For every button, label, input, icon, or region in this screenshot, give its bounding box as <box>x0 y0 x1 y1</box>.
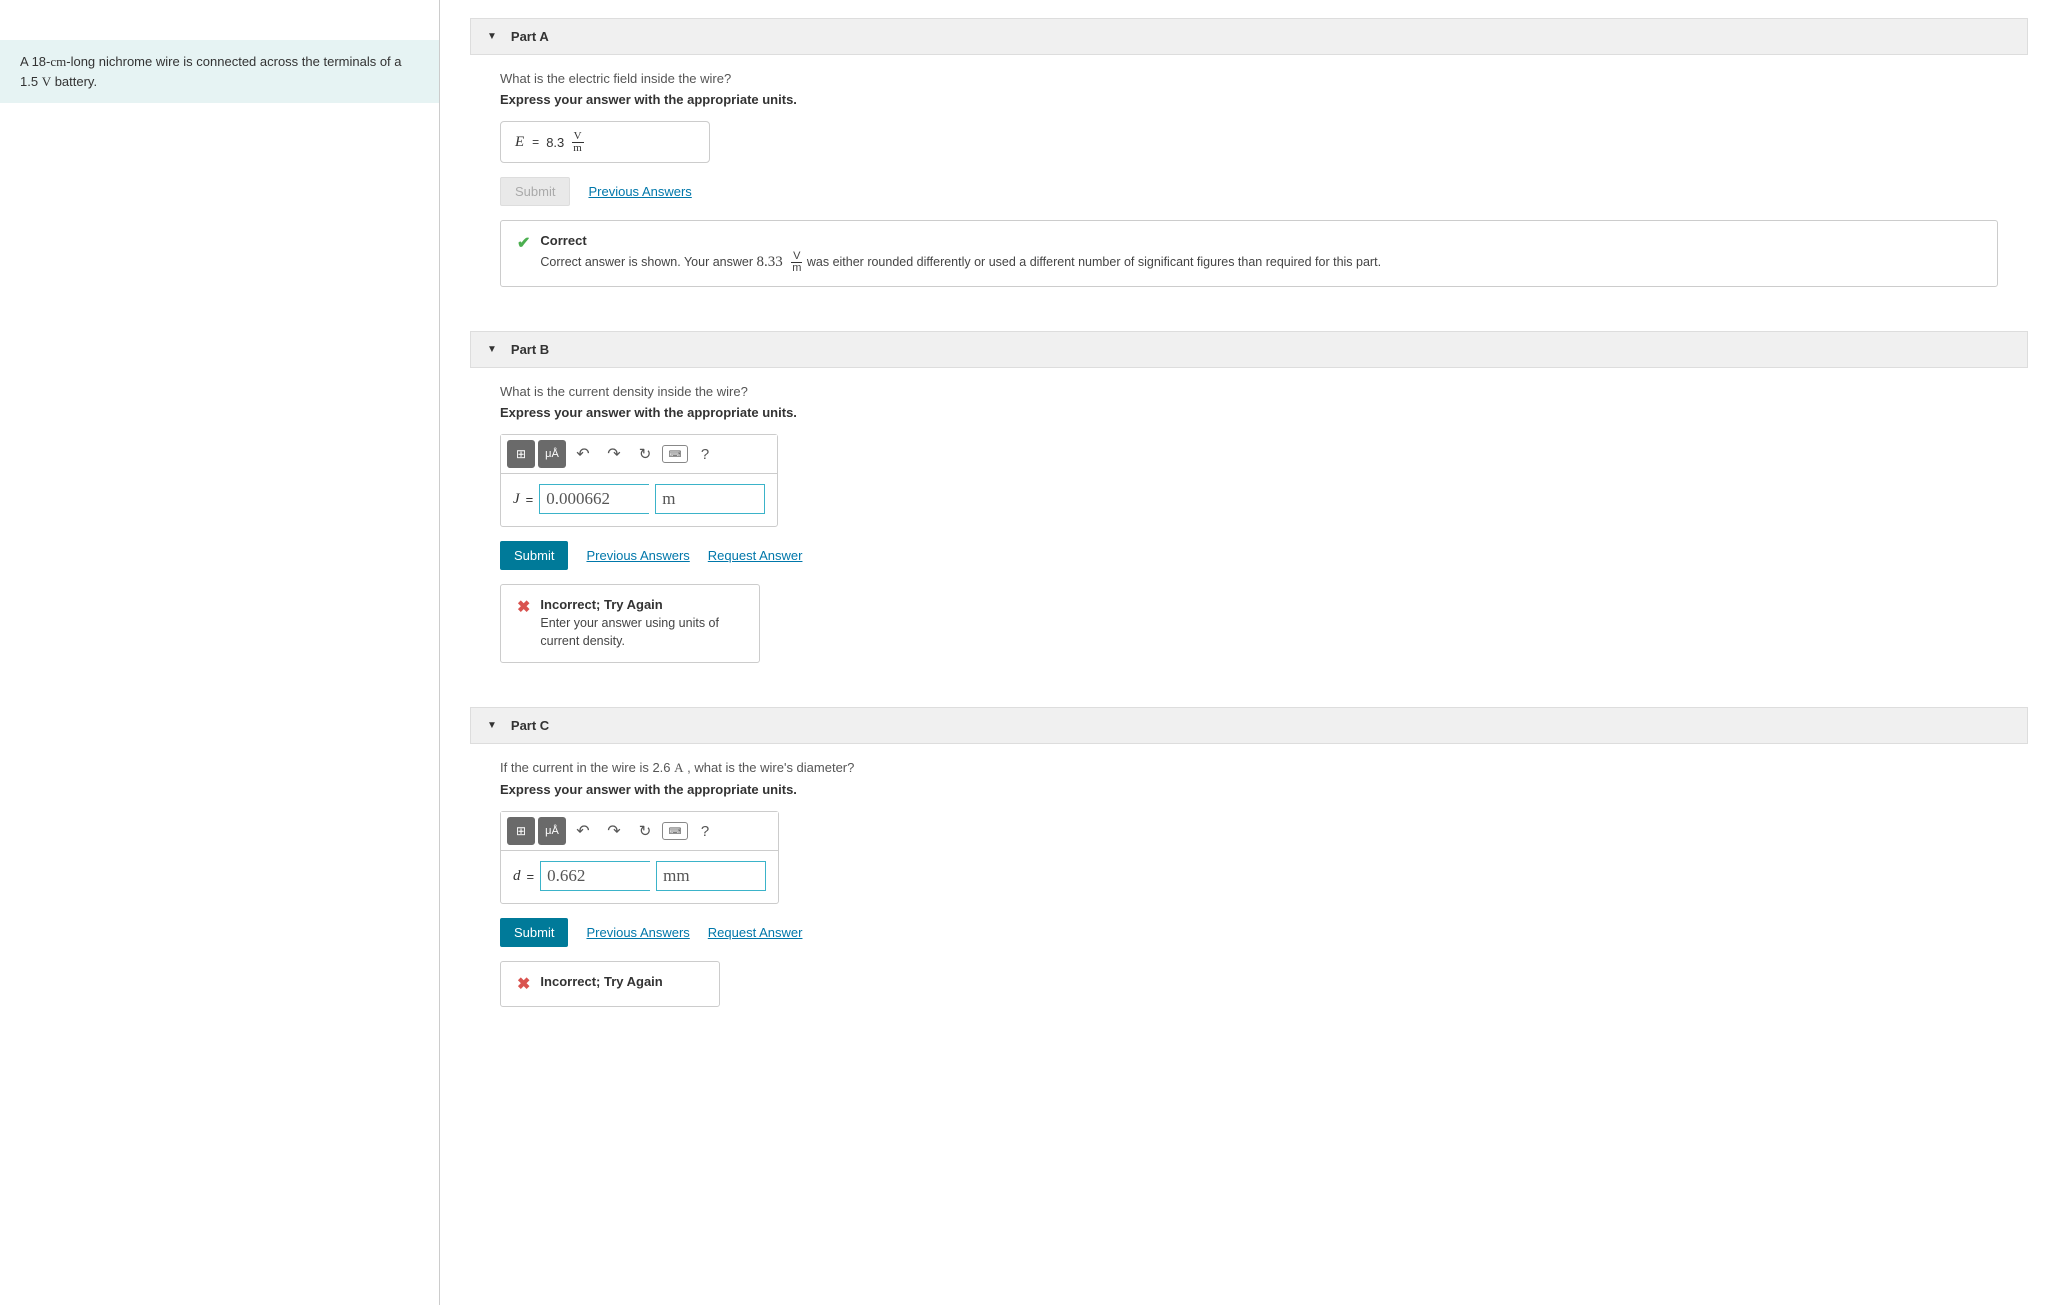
equals-sign: = <box>526 492 534 507</box>
q-pre: If the current in the wire is 2.6 <box>500 760 674 775</box>
fb-unit-den: m <box>790 263 803 274</box>
part-a-feedback: ✔ Correct Correct answer is shown. Your … <box>500 220 1998 287</box>
part-b-input-row: J = <box>501 474 777 526</box>
part-c-feedback: ✖ Incorrect; Try Again <box>500 961 720 1007</box>
help-button[interactable]: ? <box>691 817 719 845</box>
part-c-title: Part C <box>511 718 549 733</box>
x-icon: ✖ <box>517 974 530 994</box>
part-a-title: Part A <box>511 29 549 44</box>
right-panel: ▼ Part A What is the electric field insi… <box>440 0 2058 1305</box>
left-panel: A 18-cm-long nichrome wire is connected … <box>0 0 440 1305</box>
caret-down-icon: ▼ <box>487 31 497 42</box>
symbols-button[interactable]: μÅ <box>538 817 566 845</box>
fb-unit-fraction: V m <box>790 251 803 274</box>
fb-pre: Correct answer is shown. Your answer <box>540 255 756 269</box>
q-unit: A <box>674 760 683 775</box>
x-icon: ✖ <box>517 597 530 617</box>
reset-button[interactable]: ↻ <box>631 440 659 468</box>
part-c-previous-answers-link[interactable]: Previous Answers <box>586 925 689 940</box>
part-a-feedback-title: Correct <box>540 233 1381 248</box>
part-a-unit-num: V <box>572 131 584 143</box>
part-b-feedback: ✖ Incorrect; Try Again Enter your answer… <box>500 584 760 663</box>
part-c-feedback-title: Incorrect; Try Again <box>540 974 662 989</box>
part-c-var: d <box>513 868 521 885</box>
part-c-value-input[interactable] <box>540 861 650 891</box>
part-c-header[interactable]: ▼ Part C <box>470 707 2028 744</box>
templates-button[interactable]: ⊞ <box>507 817 535 845</box>
templates-button[interactable]: ⊞ <box>507 440 535 468</box>
redo-button[interactable]: ↷ <box>600 817 628 845</box>
caret-down-icon: ▼ <box>487 720 497 731</box>
part-b-previous-answers-link[interactable]: Previous Answers <box>586 548 689 563</box>
part-c-input-row: d = <box>501 851 778 903</box>
caret-down-icon: ▼ <box>487 344 497 355</box>
part-b-feedback-text: Enter your answer using units of current… <box>540 615 743 650</box>
part-b-question: What is the current density inside the w… <box>500 384 1998 399</box>
equals-sign: = <box>532 135 539 149</box>
part-b-input-editor: ⊞ μÅ ↶ ↷ ↻ ⌨ ? J = <box>500 434 778 527</box>
undo-button[interactable]: ↶ <box>569 817 597 845</box>
check-icon: ✔ <box>517 233 530 253</box>
help-button[interactable]: ? <box>691 440 719 468</box>
part-c-body: If the current in the wire is 2.6 A , wh… <box>470 744 2028 1031</box>
part-a-question: What is the electric field inside the wi… <box>500 71 1998 86</box>
part-a-feedback-text: Correct answer is shown. Your answer 8.3… <box>540 251 1381 274</box>
part-a-unit-fraction: V m <box>571 131 584 154</box>
part-c-request-answer-link[interactable]: Request Answer <box>708 925 803 940</box>
part-a-previous-answers-link[interactable]: Previous Answers <box>588 184 691 199</box>
part-b-title: Part B <box>511 342 549 357</box>
part-b-value-input[interactable] <box>539 484 649 514</box>
part-b-instruction: Express your answer with the appropriate… <box>500 405 1998 420</box>
undo-button[interactable]: ↶ <box>569 440 597 468</box>
part-a-body: What is the electric field inside the wi… <box>470 55 2028 311</box>
fb-val: 8.33 <box>756 254 782 270</box>
problem-statement: A 18-cm-long nichrome wire is connected … <box>0 40 439 103</box>
part-a-unit-den: m <box>571 143 584 154</box>
part-b-header[interactable]: ▼ Part B <box>470 331 2028 368</box>
part-b-toolbar: ⊞ μÅ ↶ ↷ ↻ ⌨ ? <box>501 435 777 474</box>
q-post: , what is the wire's diameter? <box>684 760 855 775</box>
part-a-instruction: Express your answer with the appropriate… <box>500 92 1998 107</box>
problem-prefix: A 18- <box>20 54 50 69</box>
part-a-var: E <box>515 134 524 151</box>
problem-suffix: battery. <box>51 74 97 89</box>
reset-button[interactable]: ↻ <box>631 817 659 845</box>
part-c-input-editor: ⊞ μÅ ↶ ↷ ↻ ⌨ ? d = <box>500 811 779 904</box>
part-b-submit-button[interactable]: Submit <box>500 541 568 570</box>
part-b-feedback-title: Incorrect; Try Again <box>540 597 743 612</box>
part-a-value: 8.3 <box>546 135 564 150</box>
part-b-request-answer-link[interactable]: Request Answer <box>708 548 803 563</box>
part-c-submit-button[interactable]: Submit <box>500 918 568 947</box>
keyboard-button[interactable]: ⌨ <box>662 445 688 463</box>
part-a-answer-display: E = 8.3 V m <box>500 121 710 163</box>
part-a-header[interactable]: ▼ Part A <box>470 18 2028 55</box>
fb-post: was either rounded differently or used a… <box>807 255 1381 269</box>
problem-unit-cm: cm <box>50 54 66 69</box>
part-a-submit-button: Submit <box>500 177 570 206</box>
part-c-instruction: Express your answer with the appropriate… <box>500 782 1998 797</box>
part-b-unit-input[interactable] <box>655 484 765 514</box>
part-b-var: J <box>513 491 520 508</box>
equals-sign: = <box>527 869 535 884</box>
problem-unit-v: V <box>42 74 51 89</box>
part-c-toolbar: ⊞ μÅ ↶ ↷ ↻ ⌨ ? <box>501 812 778 851</box>
part-c-question: If the current in the wire is 2.6 A , wh… <box>500 760 1998 776</box>
redo-button[interactable]: ↷ <box>600 440 628 468</box>
part-c-unit-input[interactable] <box>656 861 766 891</box>
symbols-button[interactable]: μÅ <box>538 440 566 468</box>
part-b-body: What is the current density inside the w… <box>470 368 2028 687</box>
keyboard-button[interactable]: ⌨ <box>662 822 688 840</box>
